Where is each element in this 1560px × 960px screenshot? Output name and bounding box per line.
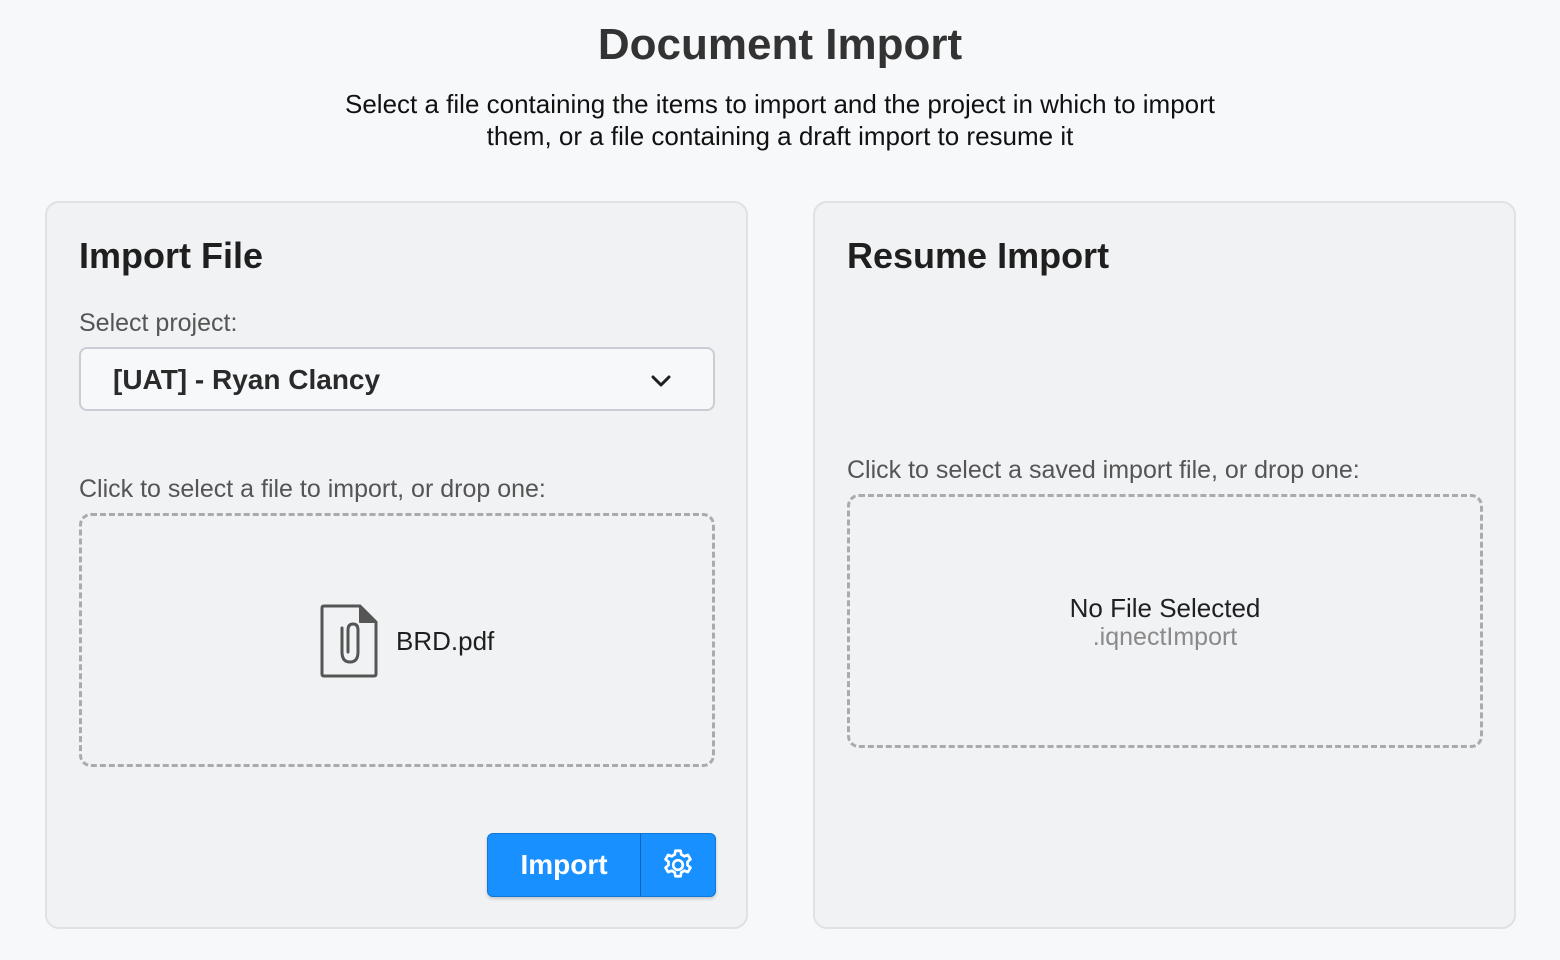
import-file-panel: Import File Select project: [UAT] - Ryan… — [45, 201, 748, 929]
selected-file: BRD.pdf — [320, 604, 494, 678]
project-select-value: [UAT] - Ryan Clancy — [113, 364, 381, 395]
project-select[interactable]: [UAT] - Ryan Clancy — [79, 347, 715, 411]
resume-file-dropzone[interactable]: No File Selected .iqnectImport — [847, 494, 1483, 748]
import-split-button: Import — [487, 833, 716, 897]
accepted-extension-text: .iqnectImport — [1092, 623, 1238, 651]
import-dropzone-label: Click to select a file to import, or dro… — [79, 475, 546, 503]
import-button[interactable]: Import — [488, 834, 640, 896]
resume-import-panel: Resume Import Click to select a saved im… — [813, 201, 1516, 929]
import-settings-button[interactable] — [641, 834, 715, 896]
subtitle-line-2: them, or a file containing a draft impor… — [486, 121, 1074, 151]
paperclip-document-icon — [320, 604, 378, 678]
select-project-label: Select project: — [79, 309, 238, 337]
file-name: BRD.pdf — [396, 625, 495, 656]
chevron-down-icon — [651, 375, 671, 387]
resume-import-heading: Resume Import — [847, 235, 1110, 276]
page-subtitle: Select a file containing the items to im… — [300, 88, 1260, 152]
resume-dropzone-label: Click to select a saved import file, or … — [847, 456, 1360, 484]
page-title: Document Import — [597, 20, 963, 69]
no-file-selected-text: No File Selected — [1069, 593, 1261, 623]
subtitle-line-1: Select a file containing the items to im… — [345, 89, 1215, 119]
import-file-dropzone[interactable]: BRD.pdf — [79, 513, 715, 767]
gear-icon — [664, 849, 692, 878]
import-file-heading: Import File — [79, 235, 264, 276]
